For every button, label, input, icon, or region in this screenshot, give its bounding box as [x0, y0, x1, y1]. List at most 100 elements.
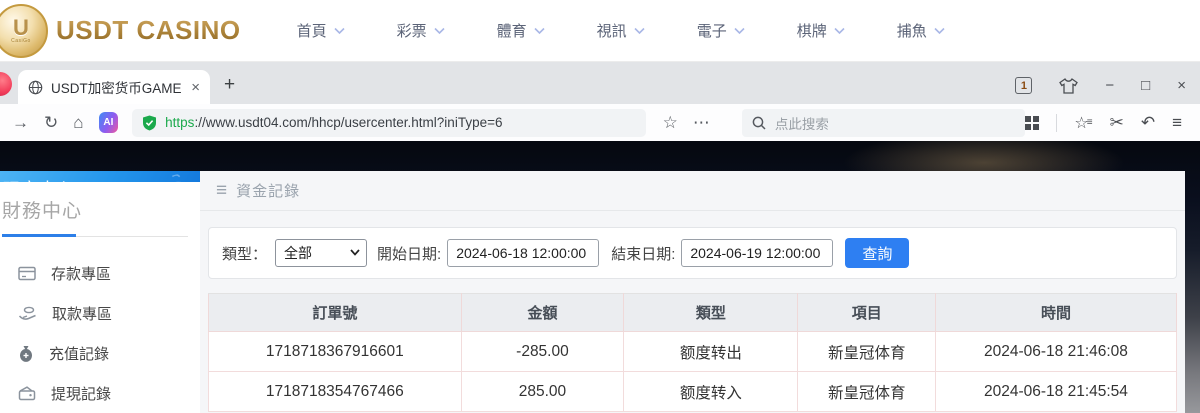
close-window-button[interactable]: × [1177, 78, 1186, 93]
nav-label: 體育 [496, 23, 527, 40]
cell-item: 新皇冠体育 [797, 371, 936, 412]
window-controls: 1 − □ × [1015, 77, 1200, 104]
nav-item-fishing[interactable]: 捕魚 [897, 20, 945, 41]
main-content: ≡ 資金記錄 類型： 全部 開始日期: 結束日期: 查詢 [200, 171, 1185, 413]
finance-title-underline [2, 234, 200, 237]
url-path: ://www.usdt04.com/hhcp/usercenter.html?i… [194, 115, 503, 130]
bookmark-star-icon[interactable]: ☆ [663, 114, 678, 131]
main-nav: 首頁 彩票 體育 視訊 電子 棋牌 捕魚 [297, 20, 945, 41]
minimize-button[interactable]: − [1105, 78, 1114, 93]
chevron-down-icon [734, 27, 745, 34]
cell-order-number: 1718718354767466 [208, 371, 462, 412]
logo-letter: U [13, 14, 29, 40]
browser-menu-icon[interactable]: ≡ [1172, 114, 1182, 131]
more-options-icon[interactable]: ⋯ [693, 114, 710, 131]
nav-item-lottery[interactable]: 彩票 [397, 20, 445, 41]
nav-label: 棋牌 [796, 23, 827, 40]
content-header: ≡ 資金記錄 [200, 171, 1185, 211]
end-date-label: 結束日期: [611, 245, 676, 263]
sidebar-body: 財務中心 存款專區 取款專區 充值記錄 提現記錄 [0, 182, 200, 413]
sidebar-item-recharge-history[interactable]: 充值記錄 [2, 333, 200, 373]
apps-grid-icon[interactable] [1025, 115, 1040, 130]
sidebar-item-withdraw[interactable]: 取款專區 [2, 293, 200, 333]
withdraw-hand-icon [18, 306, 36, 320]
url-text: https://www.usdt04.com/hhcp/usercenter.h… [165, 115, 502, 130]
cell-item: 新皇冠体育 [797, 331, 936, 372]
start-date-label: 開始日期: [377, 245, 442, 263]
cell-amount: 285.00 [460, 371, 625, 412]
sidebar-item-label: 提現記錄 [51, 385, 112, 403]
cell-time: 2024-06-18 21:45:54 [934, 371, 1178, 412]
players-center-banner: 玩家中心 PLAYERS CENTER [0, 171, 200, 182]
ai-assistant-icon[interactable]: AI [98, 112, 119, 133]
col-item: 項目 [797, 293, 936, 332]
address-bar[interactable]: https://www.usdt04.com/hhcp/usercenter.h… [132, 108, 646, 137]
tab-close-icon[interactable]: × [191, 79, 200, 96]
content-body: 類型： 全部 開始日期: 結束日期: 查詢 訂單號 金額 [200, 211, 1185, 412]
screenshot-scissors-icon[interactable]: ✂ [1110, 114, 1124, 131]
list-glyph: ≡ [1086, 117, 1093, 128]
browser-tab-bar: USDT加密货币GAME × + 1 − □ × [0, 62, 1200, 104]
globe-icon [28, 80, 43, 94]
nav-label: 彩票 [396, 23, 427, 40]
start-date-input[interactable] [447, 239, 600, 267]
hamburger-icon[interactable]: ≡ [216, 180, 227, 202]
query-button[interactable]: 查詢 [845, 238, 910, 268]
maximize-button[interactable]: □ [1141, 78, 1150, 93]
filter-bar: 類型： 全部 開始日期: 結束日期: 查詢 [208, 227, 1177, 279]
funds-record-table: 訂單號 金額 類型 項目 時間 1718718367916601 -285.00… [208, 293, 1178, 412]
theme-skin-icon[interactable] [1059, 77, 1079, 94]
chevron-down-icon [534, 27, 545, 34]
cell-amount: -285.00 [460, 331, 625, 372]
browser-logo-icon[interactable] [0, 72, 12, 96]
page-background: 玩家中心 PLAYERS CENTER 財務中心 存款專區 [0, 141, 1200, 413]
new-tab-button[interactable]: + [224, 74, 235, 96]
table-row: 1718718354767466 285.00 额度转入 新皇冠体育 2024-… [208, 371, 1178, 412]
sidebar-item-deposit[interactable]: 存款專區 [2, 253, 200, 293]
security-shield-icon [143, 115, 157, 130]
toolbar-right-icons: ☆ ≡ ✂ ↶ ≡ [1025, 113, 1188, 133]
table-header-row: 訂單號 金額 類型 項目 時間 [208, 293, 1178, 332]
finance-center-title: 財務中心 [2, 201, 83, 222]
nav-label: 視訊 [596, 23, 627, 40]
cell-type: 额度转入 [623, 371, 799, 412]
sidebar-item-label: 存款專區 [51, 265, 112, 283]
chevron-down-icon [334, 27, 345, 34]
favorites-list-icon[interactable]: ☆ ≡ [1074, 113, 1092, 133]
chevron-down-icon [934, 27, 945, 34]
nav-item-live[interactable]: 視訊 [597, 20, 645, 41]
nav-label: 電子 [696, 23, 727, 40]
nav-label: 首頁 [296, 23, 327, 40]
tab-title: USDT加密货币GAME [51, 81, 182, 96]
forward-icon[interactable]: → [12, 114, 29, 131]
browser-tab[interactable]: USDT加密货币GAME × [18, 70, 210, 104]
tab-counter-badge[interactable]: 1 [1015, 77, 1033, 94]
cell-type: 额度转出 [623, 331, 799, 372]
type-label: 類型： [222, 245, 268, 263]
col-time: 時間 [934, 293, 1178, 332]
nav-item-home[interactable]: 首頁 [297, 20, 345, 41]
sidebar-item-withdrawal-history[interactable]: 提現記錄 [2, 373, 200, 413]
site-logo[interactable]: U CasiGo USDT CASINO [0, 3, 241, 58]
browser-search-box[interactable]: 点此搜索 [741, 108, 1026, 137]
deposit-card-icon [18, 266, 36, 280]
type-select-wrap: 全部 [275, 239, 368, 267]
logo-wordmark: USDT CASINO [56, 15, 241, 45]
site-header: U CasiGo USDT CASINO 首頁 彩票 體育 視訊 電子 棋牌 捕… [0, 0, 1200, 62]
chevron-down-icon [834, 27, 845, 34]
sidebar-item-label: 取款專區 [52, 305, 113, 323]
type-select[interactable]: 全部 [275, 239, 368, 267]
end-date-input[interactable] [681, 239, 834, 267]
restore-undo-icon[interactable]: ↶ [1141, 114, 1155, 131]
wallet-icon [18, 385, 36, 400]
home-icon[interactable]: ⌂ [73, 114, 83, 131]
reload-icon[interactable]: ↻ [44, 114, 58, 131]
sidebar-item-label: 充值記錄 [49, 345, 110, 363]
page-title: 資金記錄 [236, 183, 301, 200]
col-type: 類型 [623, 293, 799, 332]
logo-ball-icon: U CasiGo [0, 3, 48, 58]
nav-item-sports[interactable]: 體育 [497, 20, 545, 41]
nav-label: 捕魚 [896, 23, 927, 40]
nav-item-slots[interactable]: 電子 [697, 20, 745, 41]
nav-item-chess[interactable]: 棋牌 [797, 20, 845, 41]
